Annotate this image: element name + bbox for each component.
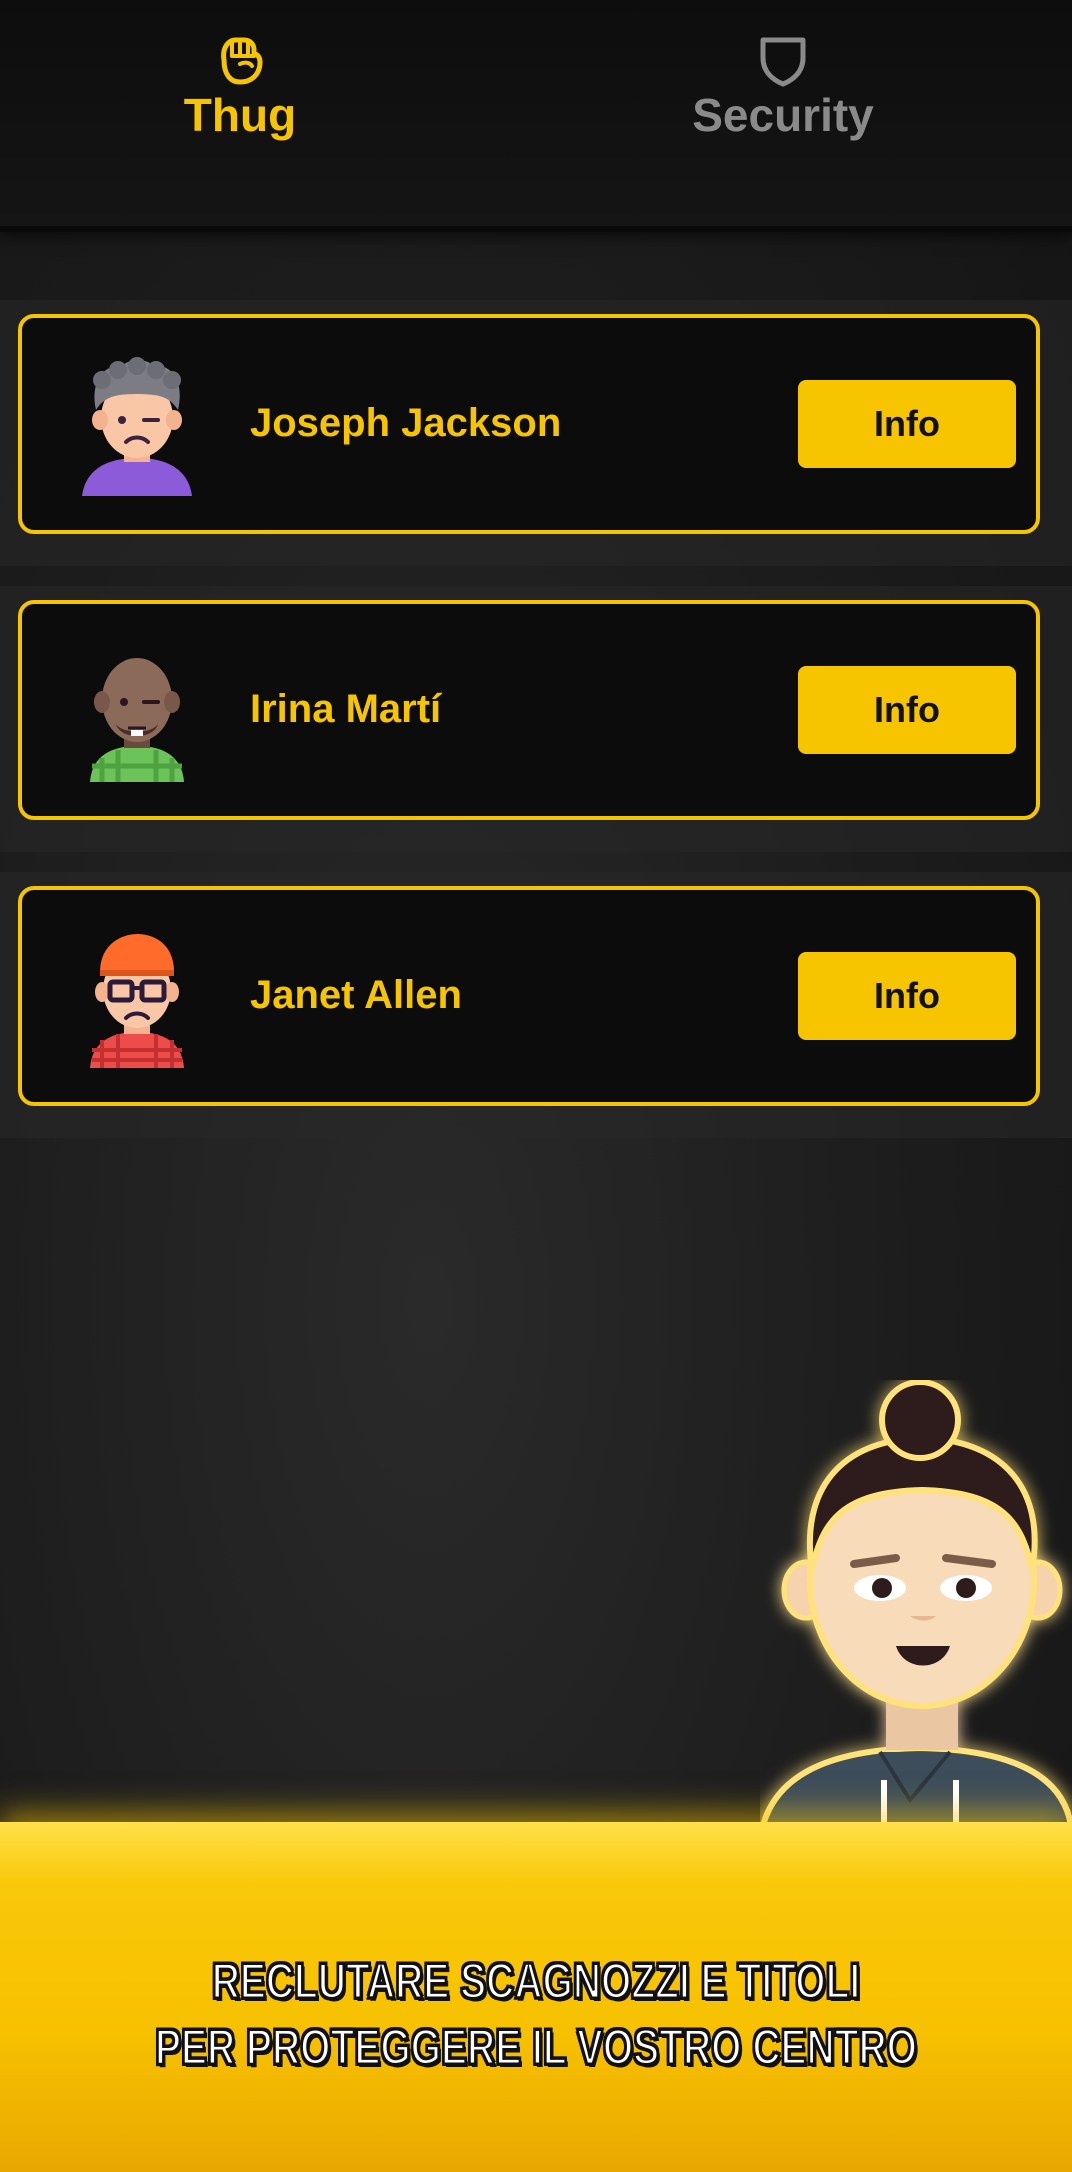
promo-banner-line-2: PER PROTEGGERE IL VOSTRO CENTRO (154, 2018, 918, 2077)
tab-bar: Thug Security (0, 0, 1072, 232)
list-item: Joseph Jackson Info (0, 300, 1072, 566)
thug-card: Irina Martí Info (18, 600, 1040, 820)
info-button[interactable]: Info (798, 952, 1016, 1040)
thug-card: Joseph Jackson Info (18, 314, 1040, 534)
fist-icon (221, 37, 263, 85)
tab-security-label: Security (692, 89, 874, 141)
tab-thug-label: Thug (183, 89, 297, 141)
thug-name: Joseph Jackson (250, 401, 562, 445)
thug-card: Janet Allen Info (18, 886, 1040, 1106)
avatar-curly-gray-hair-icon (82, 357, 192, 496)
thug-name: Janet Allen (250, 973, 462, 1017)
promo-banner: RECLUTARE SCAGNOZZI E TITOLI PER PROTEGG… (0, 1822, 1072, 2172)
tab-thug[interactable]: Thug (90, 30, 390, 160)
list-item: Irina Martí Info (0, 586, 1072, 852)
info-button[interactable]: Info (798, 380, 1016, 468)
promo-banner-text: RECLUTARE SCAGNOZZI E TITOLI PER PROTEGG… (118, 1948, 954, 2080)
mascot-character-illustration (760, 1380, 1072, 1840)
tab-security[interactable]: Security (633, 30, 933, 160)
info-button[interactable]: Info (798, 666, 1016, 754)
shield-icon (760, 37, 806, 87)
list-item: Janet Allen Info (0, 872, 1072, 1138)
promo-banner-line-1: RECLUTARE SCAGNOZZI E TITOLI (211, 1952, 862, 2011)
avatar-orange-cap-glasses-icon (90, 934, 184, 1068)
thug-name: Irina Martí (250, 687, 442, 731)
avatar-bald-green-shirt-icon (90, 658, 184, 782)
